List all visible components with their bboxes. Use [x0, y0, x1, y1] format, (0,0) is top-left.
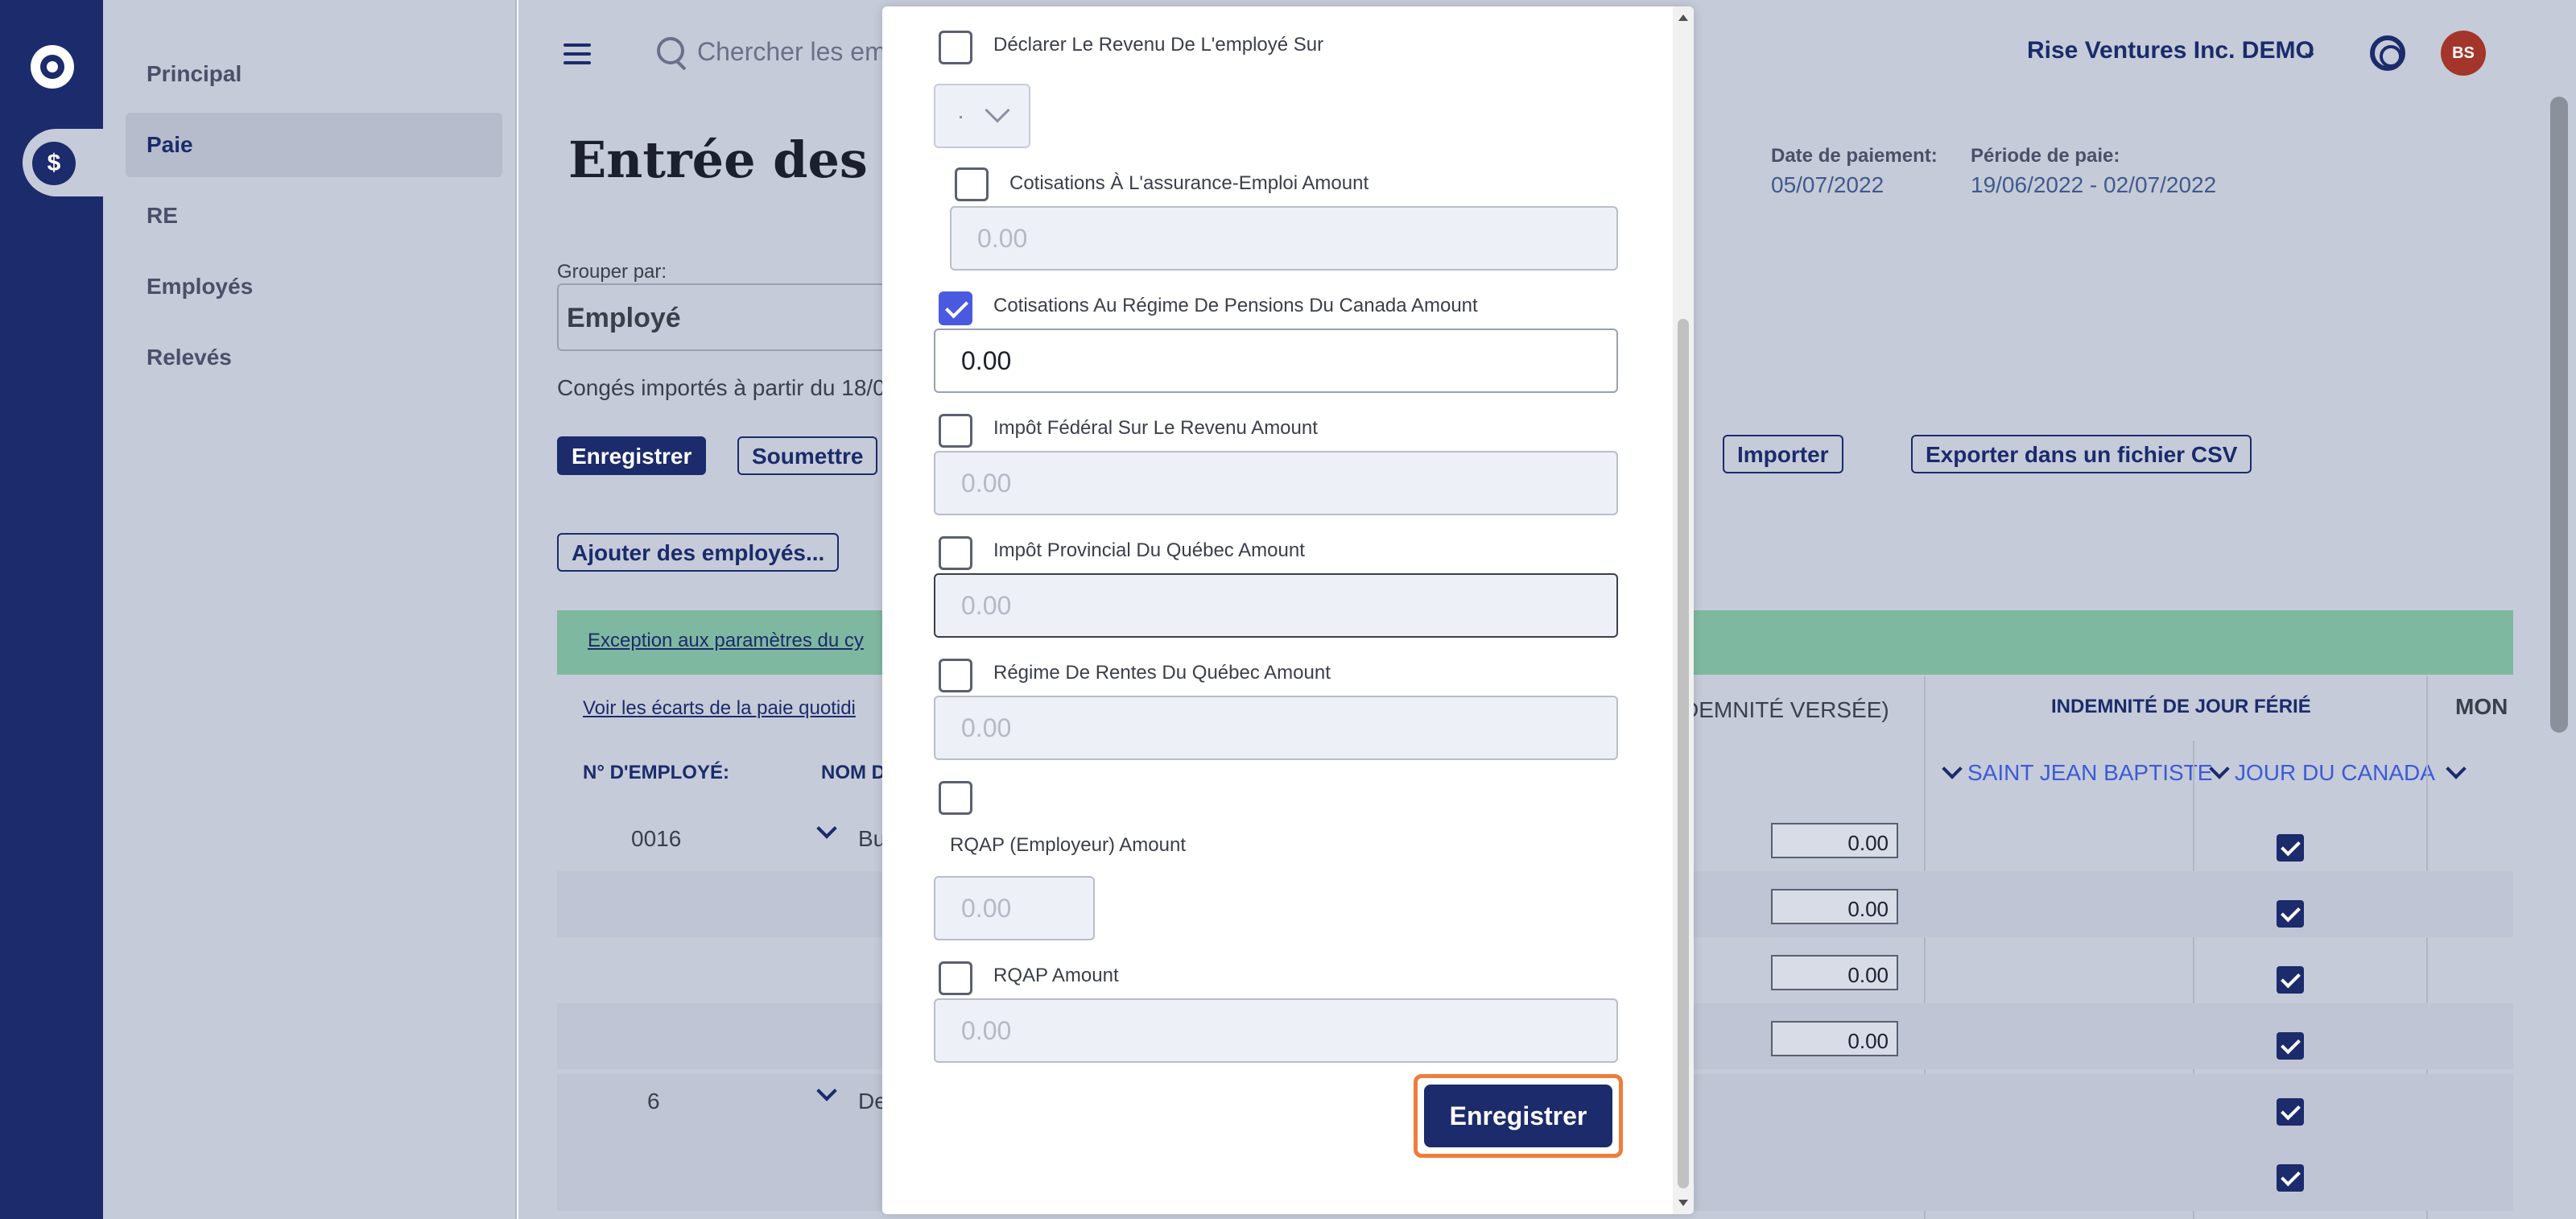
sidebar-item-releves[interactable]: Relevés	[147, 345, 232, 370]
declare-income-select[interactable]	[934, 84, 1030, 148]
dollar-icon[interactable]: $	[32, 142, 76, 185]
quebec-tax-label: Impôt Provincial Du Québec Amount	[993, 539, 1305, 561]
search-icon	[657, 37, 684, 64]
quebec-tax-input[interactable]: 0.00	[934, 573, 1618, 638]
help-icon[interactable]	[2370, 35, 2405, 71]
exception-link[interactable]: Exception aux paramètres du cy	[588, 630, 864, 652]
col-header-name: NOM D	[821, 762, 886, 783]
federal-tax-checkbox[interactable]	[939, 414, 972, 448]
holiday-checkbox[interactable]	[2277, 834, 2304, 862]
qpp-checkbox[interactable]	[939, 659, 972, 692]
qpip-amount-input[interactable]: 0.00	[934, 998, 1618, 1063]
qpip-label: RQAP Amount	[993, 965, 1119, 986]
employee-no: 0016	[631, 826, 682, 851]
cpp-amount-input[interactable]: 0.00	[934, 329, 1618, 393]
payment-date-label: Date de paiement:	[1771, 145, 1938, 167]
amount-input[interactable]: 0.00	[1771, 823, 1898, 858]
qpip-employer-input[interactable]: 0.00	[934, 876, 1095, 940]
holiday-checkbox[interactable]	[2277, 900, 2304, 928]
modal-scrollbar[interactable]	[1673, 6, 1694, 1214]
col-header-canada-day[interactable]: JOUR DU CANADA	[2235, 760, 2435, 786]
save-button-focus-ring: Enregistrer	[1414, 1074, 1623, 1158]
save-button[interactable]: Enregistrer	[1424, 1085, 1612, 1147]
daily-gaps-link[interactable]: Voir les écarts de la paie quotidi	[583, 697, 856, 720]
declare-income-checkbox[interactable]	[939, 31, 972, 64]
amount-input[interactable]: 0.00	[1771, 1021, 1898, 1056]
pay-period-label: Période de paie:	[1971, 145, 2120, 167]
side-menu: Principal Paie RE Employés Relevés	[103, 0, 517, 1219]
leave-import-text: Congés importés à partir du 18/0	[557, 375, 886, 400]
scroll-thumb[interactable]	[1678, 319, 1689, 1188]
scroll-down-icon[interactable]	[1678, 1200, 1688, 1206]
declare-income-label: Déclarer Le Revenu De L'employé Sur	[993, 34, 1324, 56]
chevron-down-icon[interactable]: ⌄	[2301, 39, 2318, 64]
ei-amount-input[interactable]: 0.00	[950, 206, 1618, 271]
sidebar-item-principal[interactable]: Principal	[147, 61, 242, 87]
federal-tax-input[interactable]: 0.00	[934, 451, 1618, 515]
cpp-checkbox[interactable]	[939, 291, 972, 325]
col-header-employee-no: N° D'EMPLOYÉ:	[583, 762, 729, 783]
avatar[interactable]: BS	[2441, 31, 2486, 76]
app-rail: $	[0, 0, 126, 1219]
holiday-checkbox[interactable]	[2277, 1098, 2304, 1126]
cpp-label: Cotisations Au Régime De Pensions Du Can…	[993, 295, 1478, 316]
col-header-saint-jean[interactable]: SAINT JEAN BAPTISTE	[1967, 760, 2212, 786]
sidebar-item-employes[interactable]: Employés	[147, 274, 253, 300]
sidebar-item-re[interactable]: RE	[147, 203, 178, 229]
sidebar-item-paie[interactable]: Paie	[147, 132, 193, 158]
save-button-page[interactable]: Enregistrer	[557, 436, 707, 475]
page-scrollbar[interactable]	[2550, 97, 2568, 733]
payment-date-value: 05/07/2022	[1771, 172, 1885, 197]
amount-input[interactable]: 0.00	[1771, 889, 1898, 924]
holiday-checkbox[interactable]	[2277, 966, 2304, 994]
pay-period-value: 19/06/2022 - 02/07/2022	[1971, 172, 2217, 197]
chevron-down-icon[interactable]	[816, 818, 837, 839]
col-header-indemnity-paid: DEMNITÉ VERSÉE)	[1682, 697, 1889, 722]
add-employees-button[interactable]: Ajouter des employés...	[557, 533, 840, 572]
col-header-holiday-indemnity: INDEMNITÉ DE JOUR FÉRIÉ	[2051, 696, 2311, 717]
qpp-amount-input[interactable]: 0.00	[934, 696, 1618, 760]
export-csv-button[interactable]: Exporter dans un fichier CSV	[1911, 435, 2252, 473]
holiday-checkbox[interactable]	[2277, 1032, 2304, 1060]
federal-tax-label: Impôt Fédéral Sur Le Revenu Amount	[993, 417, 1318, 439]
chevron-down-icon[interactable]	[2446, 758, 2467, 779]
menu-icon[interactable]	[564, 43, 591, 70]
group-by-select[interactable]: Employé	[557, 283, 895, 351]
ei-label: Cotisations À L'assurance-Emploi Amount	[1009, 172, 1369, 194]
search-input[interactable]: Chercher les em	[697, 37, 886, 67]
col-header-mon: MON	[2455, 694, 2508, 719]
group-by-label: Grouper par:	[557, 261, 667, 283]
chevron-down-icon	[985, 97, 1010, 123]
quebec-tax-checkbox[interactable]	[939, 536, 972, 570]
qpip-checkbox[interactable]	[939, 961, 972, 995]
scroll-up-icon[interactable]	[1678, 14, 1688, 21]
import-button[interactable]: Importer	[1723, 435, 1843, 473]
chevron-down-icon[interactable]	[1942, 758, 1963, 779]
deductions-modal: Déclarer Le Revenu De L'employé Sur Coti…	[882, 6, 1694, 1214]
submit-button[interactable]: Soumettre	[737, 436, 878, 475]
logo-icon[interactable]	[31, 45, 74, 89]
qpip-employer-checkbox[interactable]	[939, 781, 972, 815]
qpip-employer-label: RQAP (Employeur) Amount	[950, 834, 1187, 856]
holiday-checkbox[interactable]	[2277, 1164, 2304, 1192]
ei-checkbox[interactable]	[955, 167, 989, 201]
qpp-label: Régime De Rentes Du Québec Amount	[993, 662, 1331, 684]
company-selector[interactable]: Rise Ventures Inc. DEMO	[2027, 37, 2314, 64]
amount-input[interactable]: 0.00	[1771, 955, 1898, 990]
employee-no: 6	[647, 1089, 660, 1114]
